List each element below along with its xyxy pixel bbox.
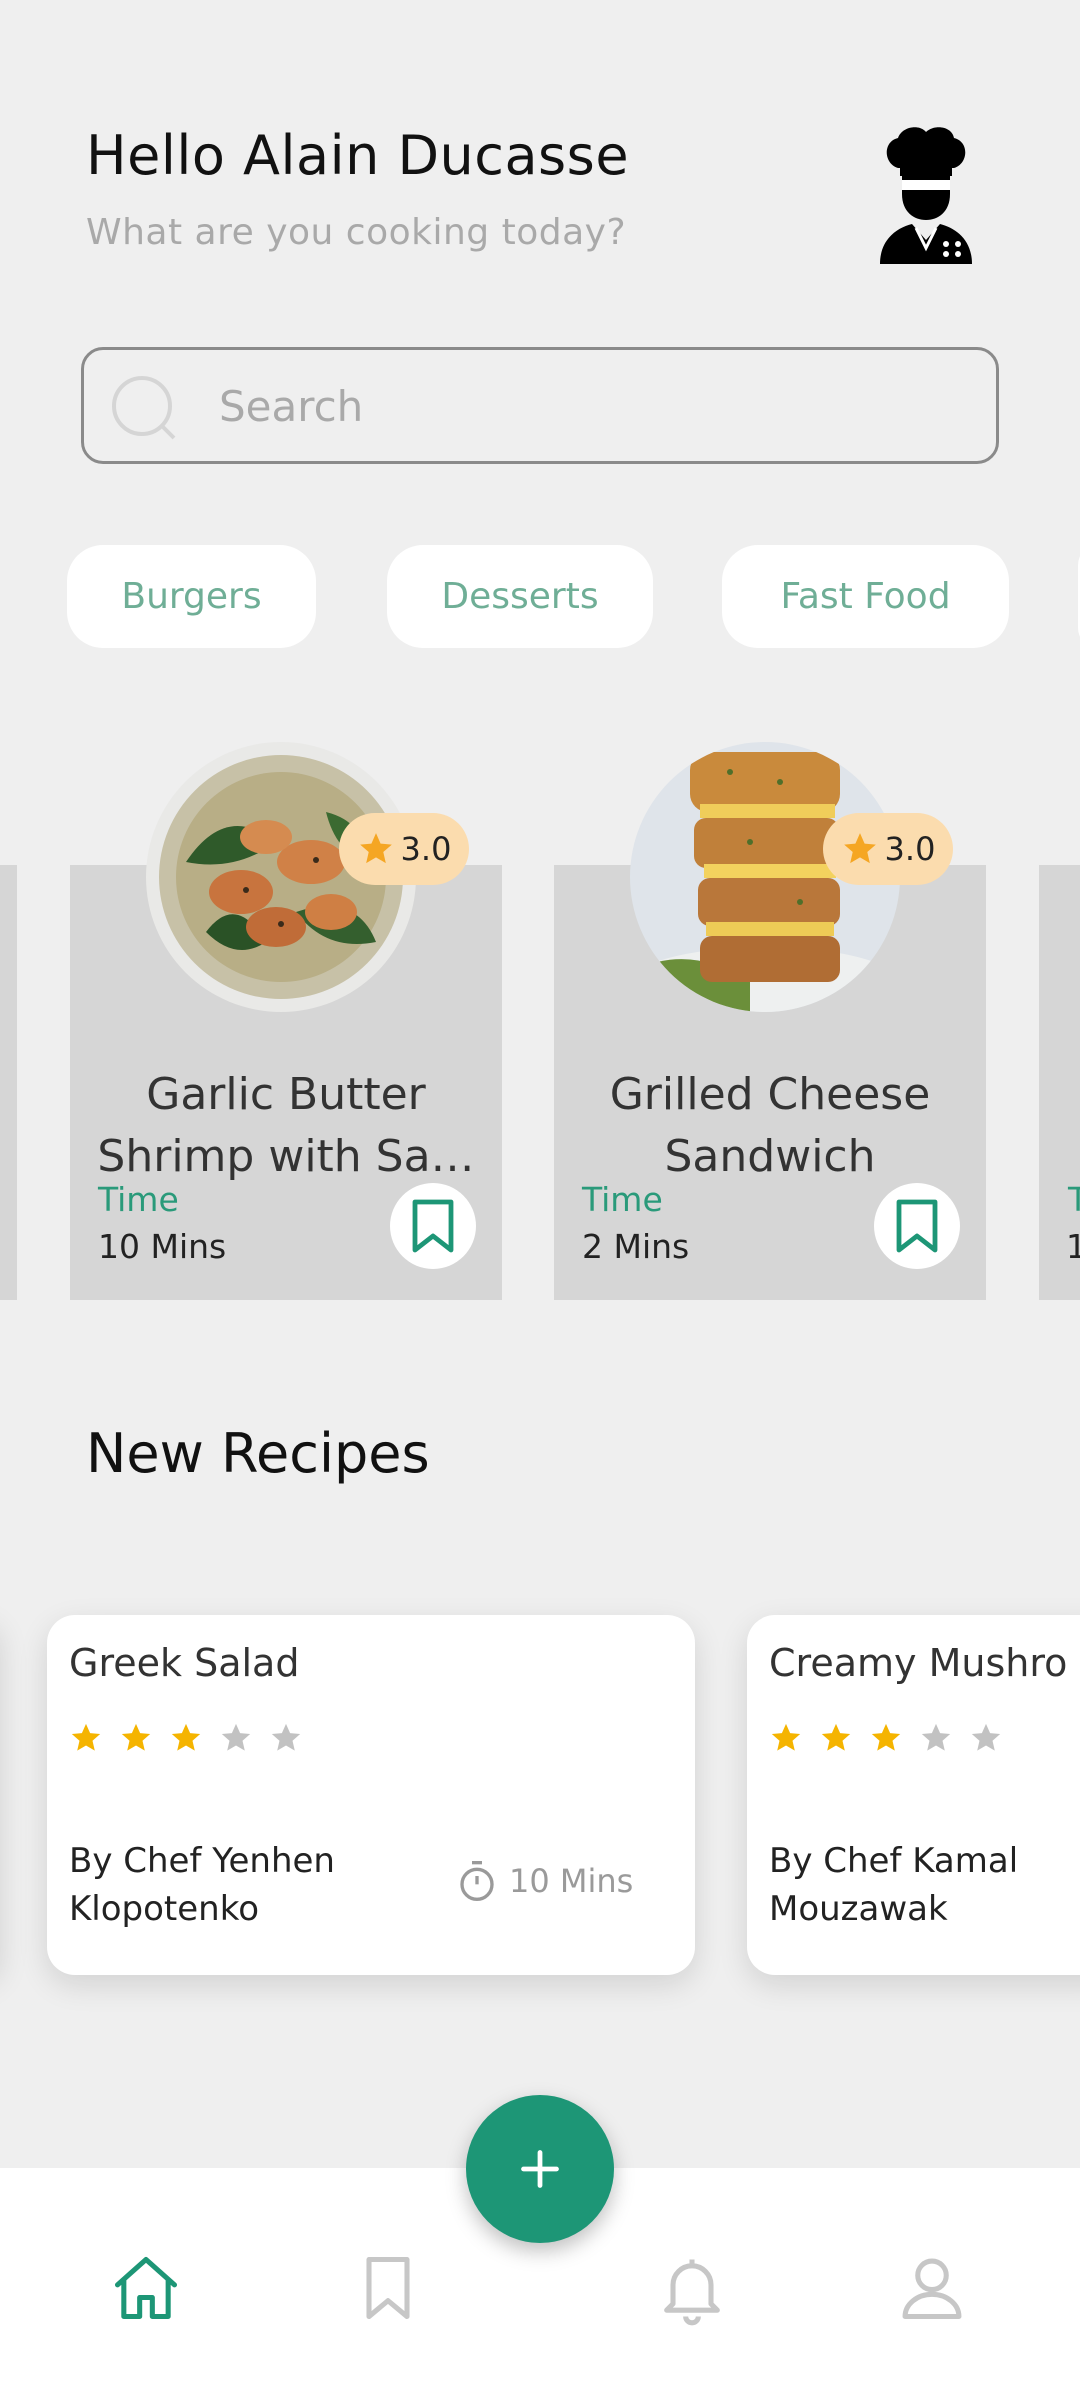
chef-name-line: By Chef Kamal — [769, 1841, 1019, 1881]
recipe-name: Grilled Cheese Sandwich — [554, 1064, 986, 1188]
star-icon — [71, 1723, 101, 1751]
new-recipe-title: Greek Salad — [69, 1641, 300, 1685]
chef-name-line: Mouzawak — [769, 1889, 948, 1929]
category-chip-fast-food[interactable]: Fast Food — [722, 545, 1009, 648]
star-empty-icon — [971, 1723, 1001, 1751]
nav-home[interactable] — [106, 2248, 186, 2328]
time-label-partial: T — [1068, 1180, 1080, 1219]
new-recipe-title: Creamy Mushro — [769, 1641, 1068, 1685]
star-icon — [821, 1723, 851, 1751]
plus-icon — [521, 2150, 559, 2188]
star-icon — [359, 833, 392, 864]
chef-avatar-icon[interactable] — [876, 124, 976, 264]
cook-time: 10 Mins — [457, 1859, 633, 1903]
new-recipe-card-creamy-mushroom[interactable]: Creamy Mushro By Chef Kamal Mouzawak — [747, 1615, 1080, 1975]
chef-name: By Chef Yenhen Klopotenko — [69, 1837, 399, 1933]
rating-value: 3.0 — [400, 830, 452, 868]
recipe-card-partial-left[interactable] — [0, 865, 17, 1300]
bookmark-icon — [412, 1199, 454, 1253]
add-recipe-button[interactable] — [466, 2095, 614, 2243]
nav-notifications[interactable] — [652, 2248, 732, 2328]
cook-time-value: 10 Mins — [509, 1862, 634, 1900]
search-placeholder: Search — [219, 382, 364, 431]
star-icon — [843, 833, 876, 864]
recipe-name: Garlic Butter Shrimp with Sa… — [70, 1064, 502, 1188]
search-icon — [112, 376, 176, 440]
time-label: Time — [98, 1180, 179, 1219]
bookmark-button[interactable] — [874, 1183, 960, 1269]
bookmark-icon — [366, 2256, 410, 2320]
chef-name: By Chef Kamal Mouzawak — [769, 1837, 1080, 1933]
star-rating — [769, 1721, 1003, 1755]
rating-badge: 3.0 — [339, 813, 469, 885]
time-value: 2 Mins — [582, 1227, 690, 1266]
time-value: 10 Mins — [98, 1227, 227, 1266]
star-icon — [771, 1723, 801, 1751]
star-empty-icon — [271, 1723, 301, 1751]
bookmark-icon — [896, 1199, 938, 1253]
nav-profile[interactable] — [892, 2248, 972, 2328]
category-chip-burgers[interactable]: Burgers — [67, 545, 316, 648]
recipe-name-line: Sandwich — [664, 1131, 876, 1182]
nav-saved[interactable] — [348, 2248, 428, 2328]
star-icon — [171, 1723, 201, 1751]
recipe-name-line: Grilled Cheese — [609, 1069, 931, 1120]
star-empty-icon — [221, 1723, 251, 1751]
star-empty-icon — [921, 1723, 951, 1751]
rating-value: 3.0 — [884, 830, 936, 868]
bookmark-button[interactable] — [390, 1183, 476, 1269]
greeting-title: Hello Alain Ducasse — [86, 124, 630, 187]
star-icon — [871, 1723, 901, 1751]
user-icon — [902, 2258, 962, 2320]
star-rating — [69, 1721, 303, 1755]
chef-name-line: Klopotenko — [69, 1889, 260, 1929]
rating-badge: 3.0 — [823, 813, 953, 885]
greeting-subtitle: What are you cooking today? — [86, 212, 627, 253]
chef-name-line: By Chef Yenhen — [69, 1841, 335, 1881]
star-icon — [121, 1723, 151, 1751]
timer-icon — [460, 1861, 494, 1901]
recipe-name-line: Garlic Butter — [146, 1069, 426, 1120]
recipe-name-line: Shrimp with Sa… — [97, 1131, 475, 1182]
bell-icon — [664, 2259, 720, 2326]
time-label: Time — [582, 1180, 663, 1219]
search-input[interactable]: Search — [81, 347, 999, 464]
time-value-partial: 1 — [1066, 1227, 1080, 1266]
home-screen: Hello Alain Ducasse What are you cooking… — [0, 0, 1080, 2400]
category-chip-desserts[interactable]: Desserts — [387, 545, 653, 648]
section-title-new-recipes: New Recipes — [86, 1422, 430, 1485]
home-icon — [114, 2256, 178, 2320]
new-recipe-card-greek-salad[interactable]: Greek Salad By Chef Yenhen Klopotenko 10… — [47, 1615, 695, 1975]
